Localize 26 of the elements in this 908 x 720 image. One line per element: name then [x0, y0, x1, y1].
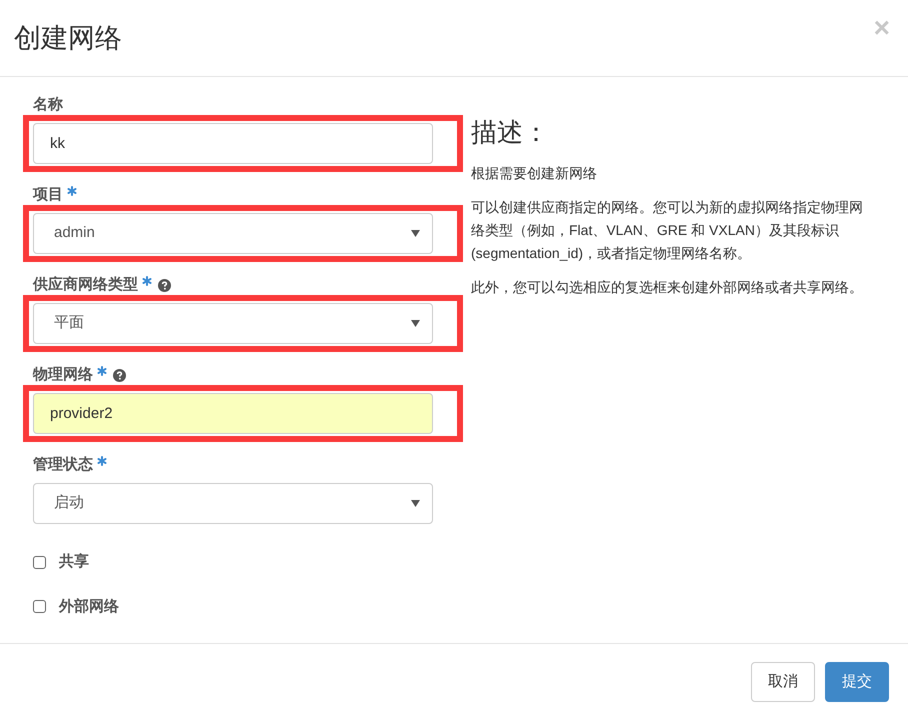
dialog-button[interactable]: 取消 [751, 662, 815, 702]
checkbox-label: 外部网络 [59, 596, 119, 616]
description-text: 可以创建供应商指定的网络。您可以为新的虚拟网络指定物理网络类型（例如，Flat、VLAN、GRE 和 VXLAN）及其段标识 (segmentation_id)，或者指定物理网络名称。 [471, 198, 863, 263]
field-label: 项目 [33, 184, 63, 205]
dialog-button[interactable]: 提交 [825, 662, 889, 702]
select-dropdown[interactable]: admin [33, 213, 433, 254]
field-label: 管理状态 [33, 454, 93, 475]
help-icon[interactable] [113, 368, 126, 382]
caret-icon [411, 320, 420, 327]
field-label: 供应商网络类型 [33, 274, 138, 295]
text-input[interactable]: kk [33, 123, 433, 164]
caret-icon [411, 500, 420, 507]
select-dropdown[interactable]: 平面 [33, 303, 433, 344]
checkbox[interactable] [33, 556, 46, 569]
description-text: 此外，您可以勾选相应的复选框来创建外部网络或者共享网络。 [471, 278, 863, 297]
caret-icon [411, 230, 420, 237]
checkbox[interactable] [33, 600, 46, 614]
select-dropdown[interactable]: 启动 [33, 483, 433, 524]
field-label: 名称 [33, 94, 63, 115]
text-input[interactable]: provider2 [33, 393, 433, 434]
help-icon[interactable] [158, 278, 171, 292]
dialog-title: 创建网络 [14, 22, 122, 55]
checkbox-label: 共享 [59, 552, 89, 572]
field-label: 物理网络 [33, 364, 93, 385]
description-heading: 描述： [471, 116, 550, 149]
description-text: 根据需要创建新网络 [471, 164, 598, 183]
